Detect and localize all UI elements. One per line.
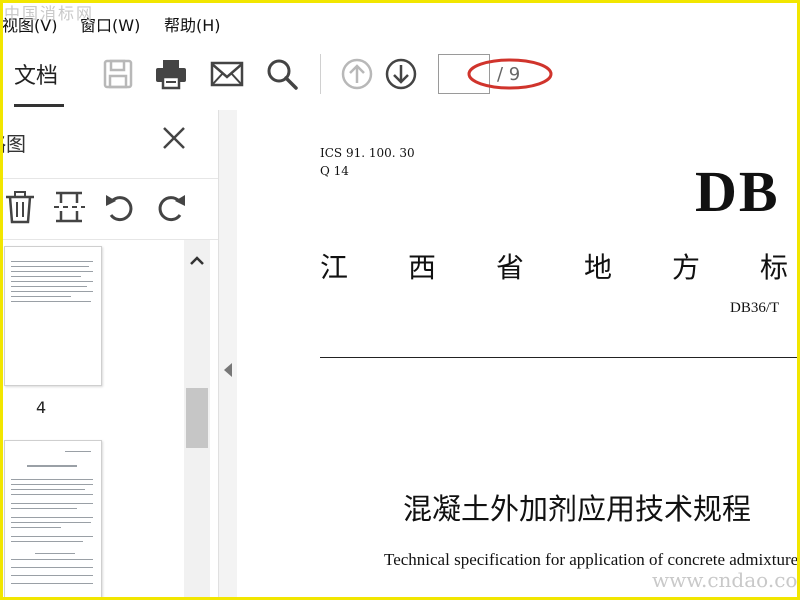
toolbar: 文档 / 9 bbox=[0, 44, 800, 111]
rotate-right-icon[interactable] bbox=[153, 189, 189, 225]
panel-toolbar bbox=[0, 178, 218, 240]
doc-ics-code: ICS 91. 100. 30 bbox=[320, 146, 415, 160]
doc-region-title: 江西省地方标 bbox=[320, 246, 800, 286]
mail-icon[interactable] bbox=[209, 56, 245, 92]
doc-region-char: 江 bbox=[320, 251, 349, 284]
thumbnail-page-label: 4 bbox=[36, 398, 47, 417]
search-icon[interactable] bbox=[264, 56, 300, 92]
doc-region-char: 西 bbox=[408, 251, 437, 284]
doc-region-char: 地 bbox=[584, 251, 613, 284]
panel-collapse-strip[interactable] bbox=[219, 110, 237, 600]
watermark-bottom: www.cndao.com bbox=[652, 568, 800, 592]
page-number-input[interactable] bbox=[438, 54, 490, 94]
thumbnail-list: 4 bbox=[0, 240, 184, 600]
doc-standard-code: DB36/T bbox=[730, 300, 780, 316]
tab-document[interactable]: 文档 bbox=[14, 58, 58, 90]
menu-help[interactable]: 帮助(H) bbox=[164, 12, 221, 36]
doc-title-chinese: 混凝土外加剂应用技术规程 bbox=[403, 492, 752, 526]
menu-bar: 视图(V) 窗口(W) 帮助(H) bbox=[0, 0, 800, 45]
doc-region-char: 方 bbox=[672, 251, 701, 284]
arrow-down-icon[interactable] bbox=[383, 56, 419, 92]
page-total-label: / 9 bbox=[497, 64, 521, 85]
thumbnail-panel: 缩略图 4 bbox=[0, 110, 219, 600]
document-view: ICS 91. 100. 30 Q 14 DB 江 西 省 地 方 标 DB36/T 混凝… bbox=[237, 110, 800, 600]
close-icon[interactable] bbox=[160, 124, 188, 152]
thumbnail-page-5[interactable] bbox=[4, 440, 102, 600]
scrollbar-thumb[interactable] bbox=[186, 388, 208, 448]
panel-title: 缩略图 bbox=[0, 132, 26, 156]
doc-db-mark: DB bbox=[695, 159, 780, 224]
save-icon[interactable] bbox=[100, 56, 136, 92]
thumbnail-page-4[interactable] bbox=[4, 246, 102, 386]
doc-q-code: Q 14 bbox=[320, 164, 349, 178]
tab-active-indicator bbox=[14, 104, 64, 107]
arrow-up-icon[interactable] bbox=[339, 56, 375, 92]
print-icon[interactable] bbox=[153, 56, 189, 92]
doc-region-char: 省 bbox=[496, 251, 525, 284]
crop-icon[interactable] bbox=[51, 189, 87, 225]
watermark-top: 中国消标网 bbox=[4, 4, 95, 23]
doc-divider bbox=[320, 357, 800, 358]
doc-region-char: 标 bbox=[760, 251, 789, 284]
chevron-up-icon[interactable] bbox=[186, 250, 208, 272]
chevron-left-icon[interactable] bbox=[222, 362, 234, 378]
doc-title-english: Technical specification for application … bbox=[384, 550, 799, 569]
rotate-left-icon[interactable] bbox=[102, 189, 138, 225]
toolbar-separator bbox=[320, 54, 321, 94]
trash-icon[interactable] bbox=[2, 189, 38, 225]
